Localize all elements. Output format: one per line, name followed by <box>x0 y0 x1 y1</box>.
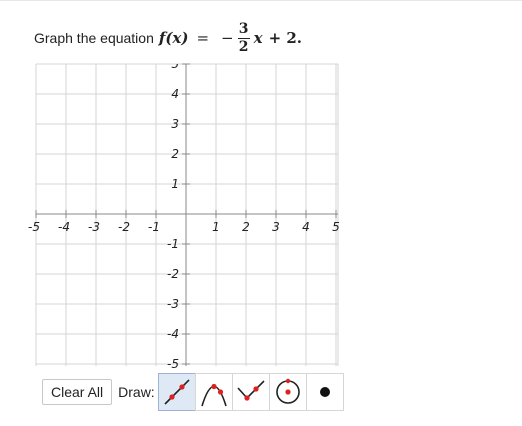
draw-toolbar: Clear All Draw: <box>42 373 344 411</box>
parabola-down-tool-icon <box>200 383 227 407</box>
x-tick-label: -5 <box>28 220 40 234</box>
x-tick-label: 4 <box>302 220 310 234</box>
y-tick-label: 2 <box>171 147 179 161</box>
point-tool-button[interactable] <box>305 373 344 411</box>
graph-canvas[interactable]: -5 -4 -3 -2 -1 1 2 3 4 5 5 4 3 2 1 -1 -2 -3 -4 -5 <box>0 0 522 426</box>
x-tick-label: -3 <box>88 220 100 234</box>
line-tool-button[interactable] <box>157 373 196 411</box>
y-tick-label: -5 <box>167 357 179 371</box>
graphing-question: Graph the equation f(x) = − 3 2 x + 2. -… <box>0 0 522 426</box>
y-tick-label: -1 <box>167 237 179 251</box>
absolute-value-tool-icon <box>237 380 265 401</box>
y-tick-label: 4 <box>171 87 179 101</box>
draw-label: Draw: <box>118 384 155 400</box>
circle-tool-icon <box>275 378 300 404</box>
parabola-tool-button[interactable] <box>194 373 233 411</box>
y-tick-label: -2 <box>167 267 179 281</box>
clear-all-button[interactable]: Clear All <box>42 379 113 405</box>
x-tick-label: -4 <box>58 220 70 234</box>
y-tick-label: 3 <box>171 117 179 131</box>
x-tick-label: 1 <box>212 220 220 234</box>
line-tool-icon <box>164 379 190 405</box>
x-tick-label: 5 <box>332 220 340 234</box>
y-tick-label: -4 <box>167 327 179 341</box>
absolute-value-tool-button[interactable] <box>231 373 270 411</box>
y-tick-label: 1 <box>171 177 179 191</box>
x-tick-label: 3 <box>272 220 280 234</box>
x-tick-label: 2 <box>242 220 250 234</box>
y-tick-label: 5 <box>171 57 179 71</box>
point-tool-icon <box>319 387 330 397</box>
circle-tool-button[interactable] <box>268 373 307 411</box>
x-tick-label: -2 <box>118 220 130 234</box>
x-tick-label: -1 <box>148 220 160 234</box>
y-tick-label: -3 <box>167 297 179 311</box>
